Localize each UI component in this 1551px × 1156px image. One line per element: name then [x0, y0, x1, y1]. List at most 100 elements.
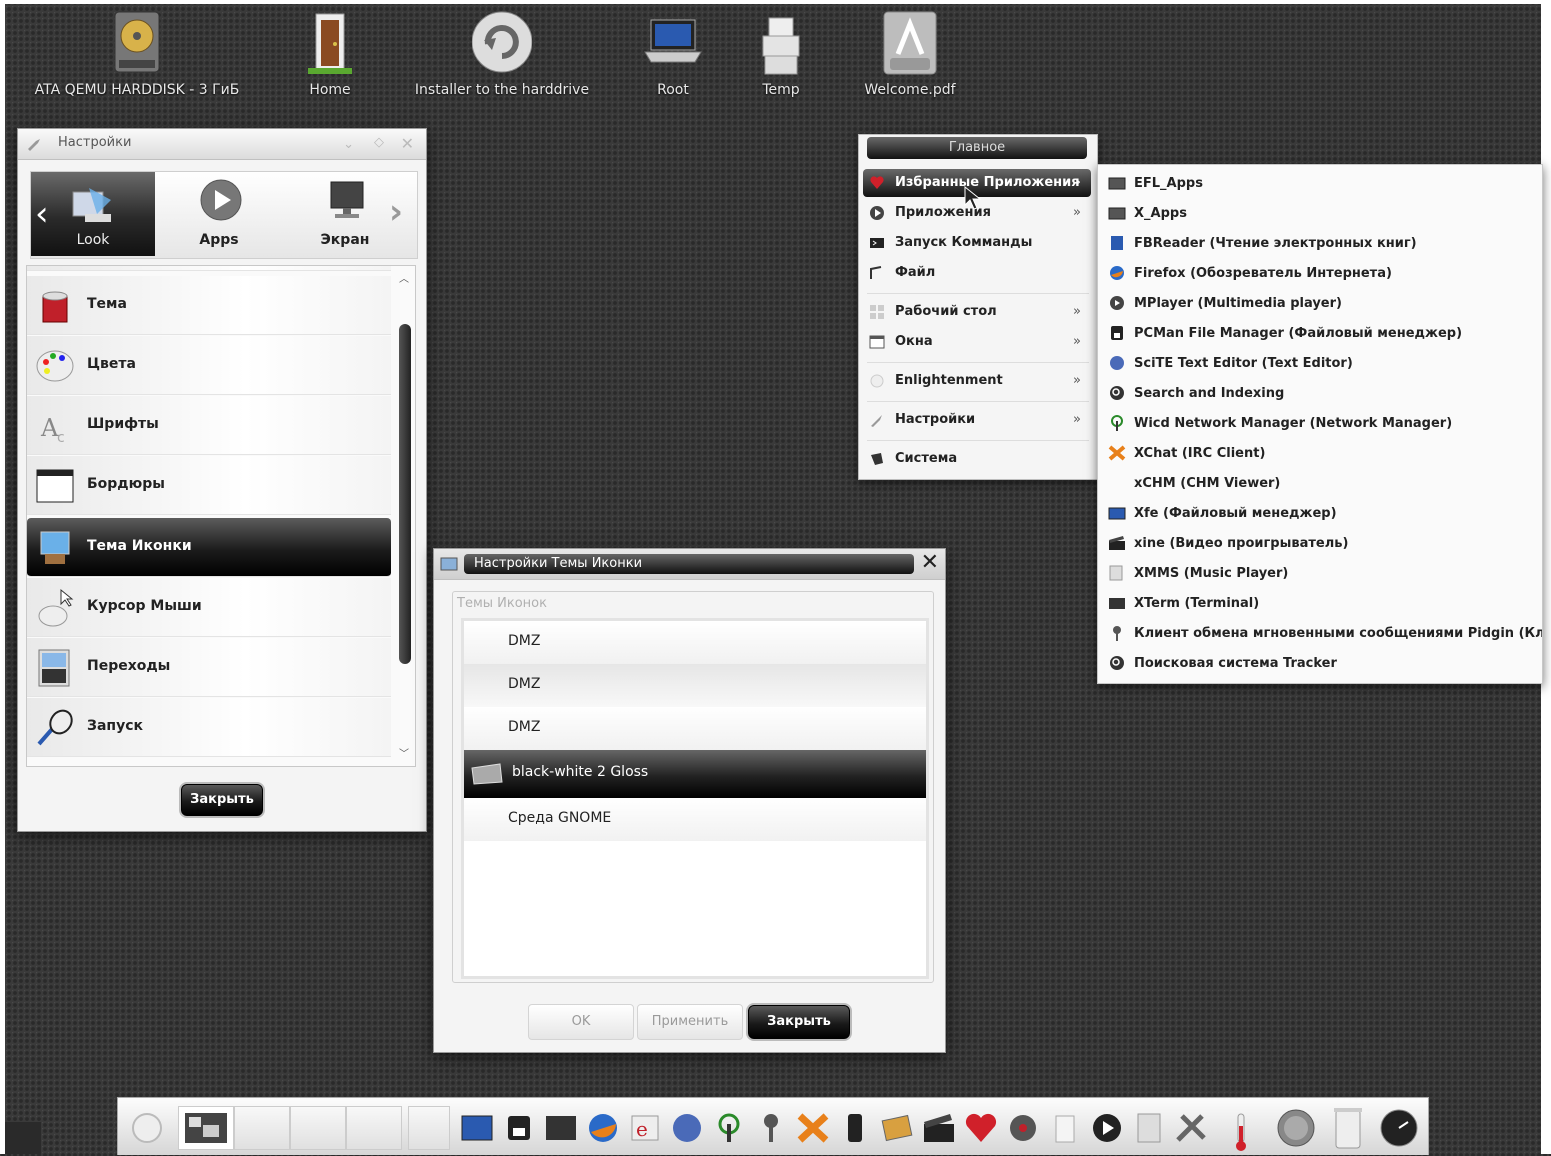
list-item-label: Шрифты: [87, 416, 159, 432]
tools-icon[interactable]: [1174, 1112, 1208, 1144]
xchat-icon[interactable]: [796, 1112, 830, 1144]
scroll-down-icon[interactable]: ﹀: [399, 745, 409, 760]
minimize-icon[interactable]: ⌄: [343, 137, 354, 152]
list-item-borders[interactable]: Бордюры: [27, 456, 391, 515]
submenu-item[interactable]: FBReader (Чтение электронных книг): [1098, 227, 1542, 257]
desktop-icon-installer[interactable]: Installer to the harddrive: [410, 10, 594, 98]
enlightenment-icon: [869, 373, 885, 389]
submenu-item[interactable]: Поисковая система Tracker: [1098, 647, 1542, 677]
menu-item-enlightenment[interactable]: Enlightenment »: [863, 367, 1091, 395]
window-icon[interactable]: [460, 1112, 494, 1144]
list-item-colors[interactable]: Цвета: [27, 336, 391, 395]
list-item-mouse-cursor[interactable]: Курсор Мыши: [27, 578, 391, 637]
menu-item-system[interactable]: Система: [863, 445, 1091, 473]
apply-button[interactable]: Применить: [637, 1004, 743, 1040]
icon-theme-titlebar[interactable]: Настройки Темы Иконки ✕: [434, 549, 945, 580]
pager-desk-4[interactable]: [346, 1106, 402, 1150]
submenu-item[interactable]: XChat (IRC Client): [1098, 437, 1542, 467]
terminal-icon[interactable]: [544, 1112, 578, 1144]
antenna-icon[interactable]: [712, 1112, 746, 1144]
prev-arrow-icon[interactable]: ‹: [35, 194, 49, 234]
submenu-item[interactable]: XTerm (Terminal): [1098, 587, 1542, 617]
image-viewer-icon[interactable]: [880, 1112, 914, 1144]
submenu-item-label: Xfe (Файловый менеджер): [1134, 506, 1337, 521]
menu-item-desktop[interactable]: Рабочий стол »: [863, 298, 1091, 326]
disc-burner-icon[interactable]: [1006, 1112, 1040, 1144]
menu-item-run-command[interactable]: Запуск Комманды: [863, 229, 1091, 257]
menu-separator: [867, 440, 1089, 441]
desktop-icon-root[interactable]: Root: [643, 10, 703, 98]
desktop-icon-welcome-pdf[interactable]: Welcome.pdf: [860, 10, 960, 98]
globe-icon[interactable]: [670, 1112, 704, 1144]
scroll-up-icon[interactable]: ︿: [399, 270, 409, 285]
list-item-label: Тема Иконки: [87, 538, 192, 554]
desktop-icon-harddisk[interactable]: ATA QEMU HARDDISK - 3 ГиБ: [26, 10, 248, 98]
list-item-label: Запуск: [87, 718, 143, 734]
desktop-icon-label: Root: [657, 82, 689, 98]
start-icon[interactable]: [130, 1112, 164, 1144]
submenu-item[interactable]: xCHM (CHM Viewer): [1098, 467, 1542, 497]
theme-row-selected[interactable]: black-white 2 Gloss: [464, 750, 926, 798]
file-manager-icon[interactable]: [502, 1112, 536, 1144]
theme-row[interactable]: Среда GNOME: [464, 798, 926, 841]
close-icon[interactable]: ✕: [401, 134, 414, 153]
theme-row[interactable]: DMZ: [464, 664, 926, 707]
list-item-startup[interactable]: Запуск: [27, 698, 391, 757]
trash-icon[interactable]: [1330, 1104, 1364, 1149]
clipboard-icon[interactable]: [1048, 1112, 1082, 1144]
scroll-thumb[interactable]: [399, 324, 411, 664]
submenu-item[interactable]: Wicd Network Manager (Network Manager): [1098, 407, 1542, 437]
phone-icon[interactable]: [838, 1112, 872, 1144]
pager-desk-2[interactable]: [234, 1106, 290, 1150]
close-button[interactable]: Закрыть: [748, 1005, 850, 1039]
next-arrow-icon[interactable]: ›: [389, 192, 403, 232]
heart-icon: [869, 175, 885, 191]
clapper-icon[interactable]: [922, 1112, 956, 1144]
desktop-icon-home[interactable]: Home: [300, 10, 360, 98]
submenu-item[interactable]: MPlayer (Multimedia player): [1098, 287, 1542, 317]
pidgin-icon[interactable]: [754, 1112, 788, 1144]
ok-button[interactable]: OK: [528, 1004, 634, 1040]
submenu-item[interactable]: PCMan File Manager (Файловый менеджер): [1098, 317, 1542, 347]
settings-list-scrollbar[interactable]: ︿ ﹀: [395, 270, 413, 760]
submenu-item[interactable]: Firefox (Обозреватель Интернета): [1098, 257, 1542, 287]
pager-desk-1[interactable]: [178, 1106, 234, 1150]
editor-icon[interactable]: e: [628, 1112, 662, 1144]
submenu-item-label: Firefox (Обозреватель Интернета): [1134, 266, 1392, 281]
list-item-icon-theme[interactable]: Тема Иконки: [27, 518, 391, 577]
submenu-item[interactable]: X_Apps: [1098, 197, 1542, 227]
music-player-icon[interactable]: [1132, 1112, 1166, 1144]
paint-bucket-icon: [35, 286, 75, 326]
category-apps[interactable]: Apps: [157, 172, 281, 256]
category-look[interactable]: ‹ Look: [31, 172, 155, 256]
media-player-icon[interactable]: [1090, 1112, 1124, 1144]
installer-icon: [471, 10, 533, 76]
desktop-icon-temp[interactable]: Temp: [751, 10, 811, 98]
list-item-theme[interactable]: Тема: [27, 276, 391, 335]
maximize-icon[interactable]: ◇: [374, 135, 384, 150]
submenu-item[interactable]: XMMS (Music Player): [1098, 557, 1542, 587]
submenu-item[interactable]: Xfe (Файловый менеджер): [1098, 497, 1542, 527]
menu-item-settings[interactable]: Настройки »: [863, 406, 1091, 434]
theme-row[interactable]: DMZ: [464, 707, 926, 750]
submenu-item[interactable]: Search and Indexing: [1098, 377, 1542, 407]
iconify-box[interactable]: [408, 1106, 450, 1150]
menu-item-label: Рабочий стол: [895, 304, 997, 319]
submenu-item[interactable]: EFL_Apps: [1098, 167, 1542, 197]
menu-item-windows[interactable]: Окна »: [863, 328, 1091, 356]
theme-row[interactable]: DMZ: [464, 621, 926, 664]
category-screen[interactable]: Экран ›: [283, 172, 407, 256]
list-item-fonts[interactable]: Ac Шрифты: [27, 396, 391, 455]
close-icon[interactable]: ✕: [921, 550, 939, 575]
menu-item-file[interactable]: Файл: [863, 259, 1091, 287]
submenu-item[interactable]: Клиент обмена мгновенными сообщениями Pi…: [1098, 617, 1542, 647]
heart-icon[interactable]: [964, 1112, 998, 1144]
list-item-transitions[interactable]: Переходы: [27, 638, 391, 697]
pager-desk-3[interactable]: [290, 1106, 346, 1150]
settings-close-button[interactable]: Закрыть: [181, 784, 263, 816]
submenu-item-label: xine (Видео проигрыватель): [1134, 536, 1349, 551]
firefox-icon[interactable]: [586, 1112, 620, 1144]
submenu-item[interactable]: xine (Видео проигрыватель): [1098, 527, 1542, 557]
submenu-item[interactable]: SciTE Text Editor (Text Editor): [1098, 347, 1542, 377]
settings-titlebar[interactable]: Настройки ⌄ ◇ ✕: [18, 129, 426, 160]
